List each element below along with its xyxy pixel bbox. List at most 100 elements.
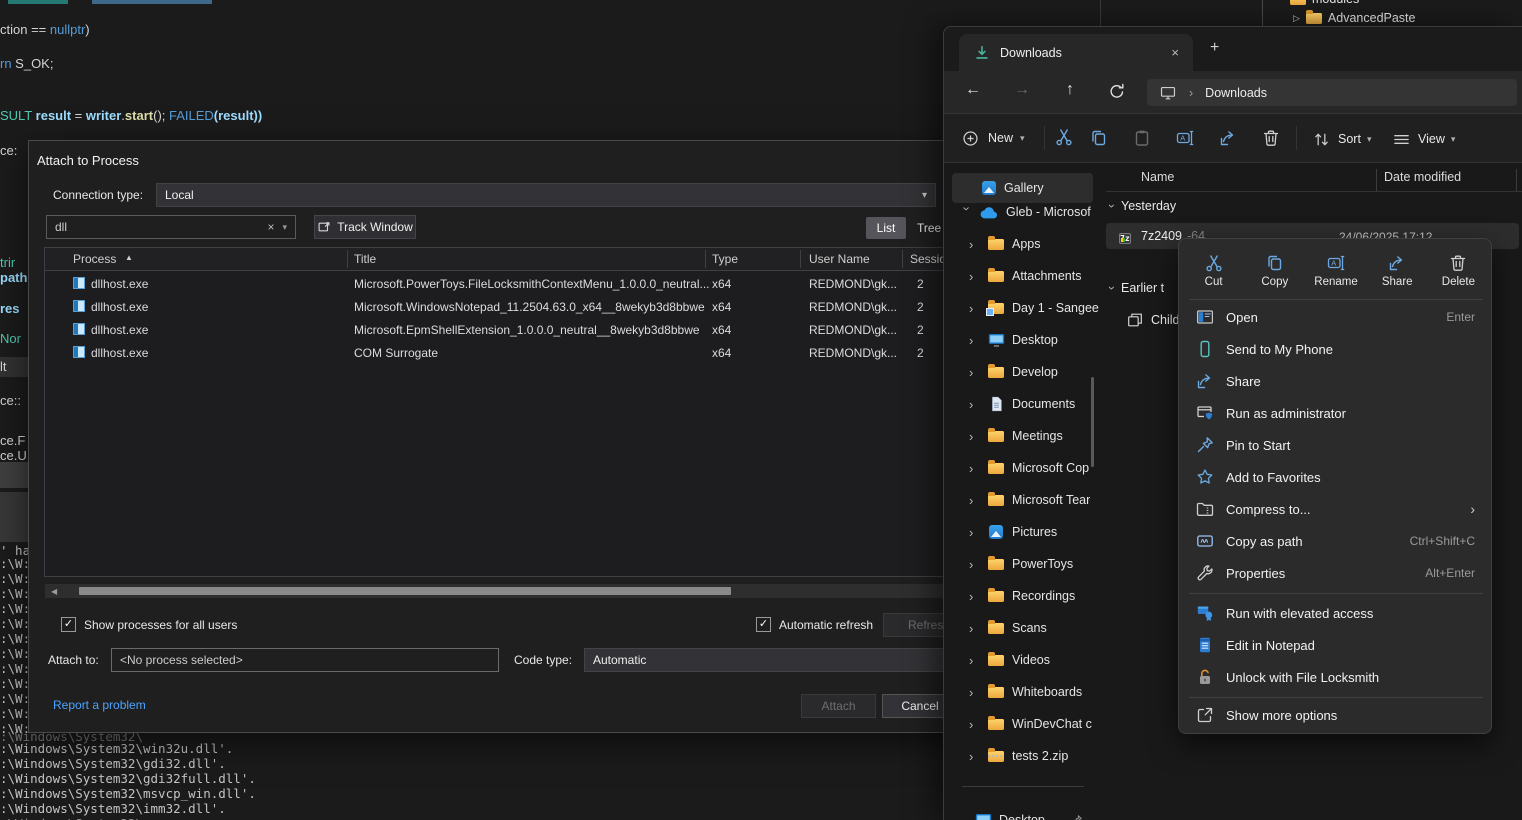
folder-icon (988, 655, 1004, 666)
quick-share-button[interactable]: Share (1367, 243, 1428, 297)
new-tab-icon[interactable]: + (1210, 39, 1219, 57)
sidebar-item-documents[interactable]: ›Documents (944, 389, 1101, 419)
tree-view-button[interactable]: Tree (917, 217, 941, 239)
menu-item-pin-to-start[interactable]: Pin to Start (1183, 429, 1489, 461)
rename-icon[interactable]: A (1174, 127, 1196, 149)
view-button[interactable]: View ▾ (1390, 126, 1455, 152)
menu-item-open[interactable]: Open Enter (1183, 301, 1489, 333)
tab-downloads[interactable]: Downloads × (959, 34, 1193, 71)
address-bar[interactable]: › Downloads (1147, 79, 1517, 106)
sidebar-item-microsoft-teams[interactable]: ›Microsoft Tear (944, 485, 1101, 515)
attach-to-value: <No process selected> (120, 653, 243, 667)
quick-rename-button[interactable]: A Rename (1305, 243, 1366, 297)
menu-item-run-elevated[interactable]: Run with elevated access (1183, 597, 1489, 629)
sidebar-item-day1[interactable]: ›Day 1 - Sangee (944, 293, 1101, 323)
menu-item-run-as-admin[interactable]: Run as administrator (1183, 397, 1489, 429)
tree-item-advancedpaste[interactable]: ▷ AdvancedPaste (1293, 9, 1415, 27)
process-filter-input[interactable]: dll × ▾ (46, 215, 296, 239)
sidebar-scrollbar[interactable] (1091, 377, 1094, 467)
menu-item-properties[interactable]: Properties Alt+Enter (1183, 557, 1489, 589)
clear-filter-icon[interactable]: × (267, 220, 274, 234)
cell-title: Microsoft.WindowsNotepad_11.2504.63.0_x6… (354, 300, 705, 314)
sidebar-item-tests-zip[interactable]: ›tests 2.zip (944, 741, 1101, 771)
up-icon[interactable]: ↑ (1058, 81, 1082, 99)
menu-item-show-more-options[interactable]: Show more options (1183, 699, 1489, 731)
pin-icon (1195, 435, 1215, 455)
folder-icon (988, 623, 1004, 634)
cell-user: REDMOND\gk... (809, 300, 897, 314)
column-header-title[interactable]: Title (354, 252, 376, 266)
menu-item-copy-as-path[interactable]: Copy as path Ctrl+Shift+C (1183, 525, 1489, 557)
sidebar-item-scans[interactable]: ›Scans (944, 613, 1101, 643)
sort-button[interactable]: Sort ▾ (1310, 126, 1371, 152)
attach-button[interactable]: Attach (801, 694, 876, 718)
connection-type-select[interactable]: Local ▾ (156, 183, 936, 207)
menu-item-unlock-file-locksmith[interactable]: Unlock with File Locksmith (1183, 661, 1489, 693)
column-header-user[interactable]: User Name (809, 252, 870, 266)
table-row[interactable]: dllhost.exe Microsoft.EpmShellExtension_… (45, 319, 959, 342)
table-row[interactable]: dllhost.exe Microsoft.PowerToys.FileLock… (45, 273, 959, 296)
sidebar-item-desktop-pinned[interactable]: Desktop (944, 805, 1101, 820)
tree-item-modules[interactable]: modules (1290, 0, 1359, 8)
menu-item-shortcut: Alt+Enter (1425, 566, 1475, 580)
quick-cut-button[interactable]: Cut (1183, 243, 1244, 297)
sidebar-item-videos[interactable]: ›Videos (944, 645, 1101, 675)
group-header-yesterday[interactable]: › Yesterday (1110, 199, 1176, 213)
delete-icon[interactable] (1260, 127, 1282, 149)
group-label: Yesterday (1121, 199, 1176, 213)
sidebar-item-powertoys[interactable]: ›PowerToys (944, 549, 1101, 579)
attach-to-field[interactable]: <No process selected> (111, 648, 499, 672)
table-row[interactable]: dllhost.exe Microsoft.WindowsNotepad_11.… (45, 296, 959, 319)
scroll-left-icon[interactable]: ◀ (51, 587, 57, 596)
share-icon[interactable] (1217, 127, 1239, 149)
sidebar-item-whiteboards[interactable]: ›Whiteboards (944, 677, 1101, 707)
sidebar-item-windevchat[interactable]: ›WinDevChat c (944, 709, 1101, 739)
navigation-bar: ← → ↑ › Downloads (944, 71, 1522, 113)
sidebar-item-develop[interactable]: ›Develop (944, 357, 1101, 387)
list-view-button[interactable]: List (866, 217, 906, 239)
quick-delete-button[interactable]: Delete (1428, 243, 1489, 297)
quick-copy-button[interactable]: Copy (1244, 243, 1305, 297)
code-type-select[interactable]: Automatic (584, 648, 961, 672)
report-problem-link[interactable]: Report a problem (53, 698, 146, 712)
column-header-name[interactable]: Name (1141, 170, 1174, 184)
column-header-date[interactable]: Date modified (1384, 170, 1461, 184)
refresh-icon[interactable] (1107, 81, 1129, 103)
table-row[interactable]: dllhost.exe COM Surrogate x64 REDMOND\gk… (45, 342, 959, 365)
code-fragment: ce.F (0, 433, 25, 448)
sidebar-item-onedrive-root[interactable]: › Gleb - Microsof (944, 197, 1101, 227)
scrollbar-thumb[interactable] (79, 587, 731, 595)
horizontal-scrollbar[interactable]: ◀ (45, 584, 959, 598)
sidebar-item-recordings[interactable]: ›Recordings (944, 581, 1101, 611)
sidebar-item-microsoft-copilot[interactable]: ›Microsoft Cop (944, 453, 1101, 483)
automatic-refresh-checkbox[interactable]: ✓ Automatic refresh (756, 617, 873, 632)
cut-icon[interactable] (1043, 127, 1065, 149)
column-header-type[interactable]: Type (712, 252, 738, 266)
chevron-down-icon[interactable]: ▾ (282, 222, 287, 233)
menu-item-send-to-phone[interactable]: Send to My Phone (1183, 333, 1489, 365)
new-button[interactable]: New ▾ (959, 124, 1025, 152)
sidebar-item-desktop[interactable]: ›Desktop (944, 325, 1101, 355)
sidebar-item-pictures[interactable]: ›Pictures (944, 517, 1101, 547)
code-type-label: Code type: (514, 653, 572, 667)
column-divider[interactable] (1376, 169, 1377, 191)
menu-item-edit-in-notepad[interactable]: Edit in Notepad (1183, 629, 1489, 661)
track-window-button[interactable]: Track Window (314, 215, 416, 239)
sidebar-item-label: Attachments (1012, 269, 1081, 283)
menu-item-compress-to[interactable]: Compress to... › (1183, 493, 1489, 525)
column-header-process[interactable]: Process (73, 252, 116, 266)
back-icon[interactable]: ← (961, 81, 985, 99)
breadcrumb[interactable]: Downloads (1205, 86, 1267, 100)
group-header-earlier[interactable]: › Earlier t (1110, 281, 1164, 295)
menu-item-add-to-favorites[interactable]: Add to Favorites (1183, 461, 1489, 493)
menu-item-share[interactable]: Share (1183, 365, 1489, 397)
show-processes-checkbox[interactable]: ✓ Show processes for all users (61, 617, 237, 632)
sidebar-item-meetings[interactable]: ›Meetings (944, 421, 1101, 451)
paste-icon[interactable] (1131, 127, 1153, 149)
forward-icon[interactable]: → (1010, 81, 1034, 99)
sidebar-item-apps[interactable]: ›Apps (944, 229, 1101, 259)
copy-icon (1265, 253, 1285, 273)
sidebar-item-attachments[interactable]: ›Attachments (944, 261, 1101, 291)
copy-icon[interactable] (1088, 127, 1110, 149)
close-tab-icon[interactable]: × (1171, 45, 1179, 60)
